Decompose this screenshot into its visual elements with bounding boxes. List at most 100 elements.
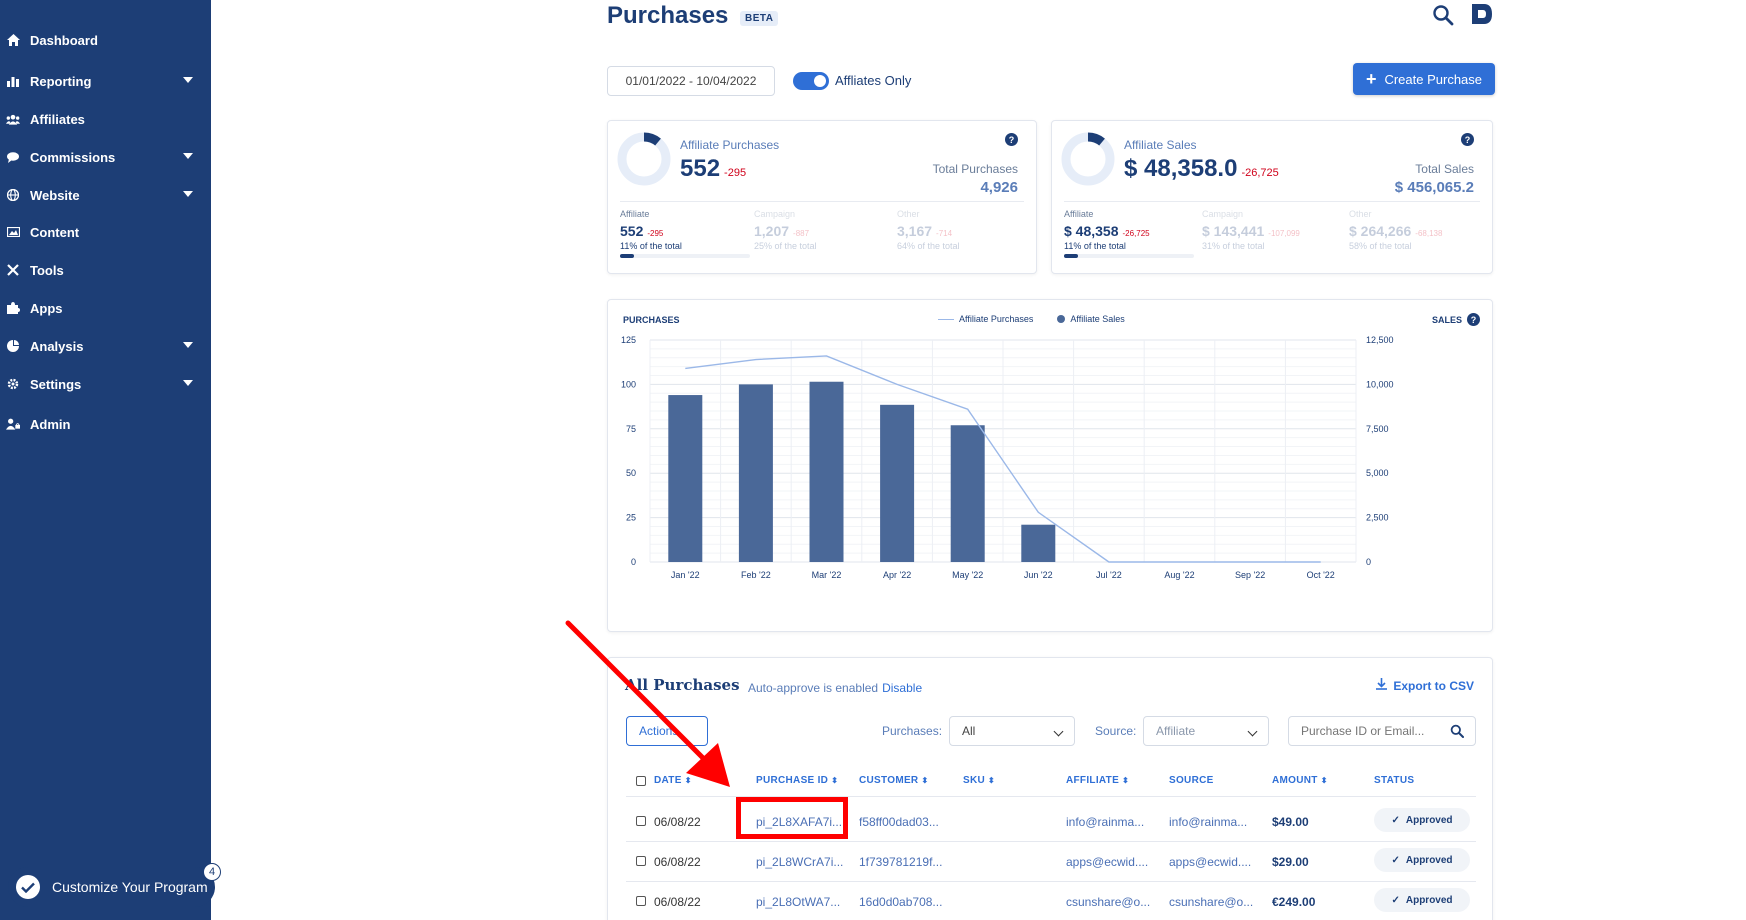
sub-percent: 11% of the total <box>620 241 682 251</box>
search-icon[interactable] <box>1450 724 1464 738</box>
cell-source-link[interactable]: info@rainma... <box>1169 815 1265 829</box>
source-filter-value: Affiliate <box>1156 724 1196 738</box>
caret-down-icon <box>183 191 193 197</box>
sidebar-item-settings[interactable]: Settings <box>0 369 211 399</box>
all-purchases-card: All Purchases Auto-approve is enabled Dis… <box>607 657 1493 920</box>
create-purchase-button[interactable]: + Create Purchase <box>1353 63 1495 95</box>
sub-stat-campaign: Campaign 1,207 -887 25% of the total <box>754 209 884 251</box>
sub-delta: -295 <box>647 229 664 238</box>
sidebar-item-tools[interactable]: Tools <box>0 255 211 285</box>
tools-icon <box>6 263 20 277</box>
column-label: DATE <box>654 775 682 786</box>
source-filter-select[interactable]: Affiliate <box>1143 716 1269 746</box>
stat-delta: -295 <box>724 167 747 179</box>
column-label: AMOUNT <box>1272 775 1318 786</box>
sub-percent: 25% of the total <box>754 241 817 251</box>
right-axis-tick: 10,000 <box>1366 379 1394 389</box>
sub-value: $ 143,441 -107,099 <box>1202 223 1332 239</box>
customize-program-button[interactable]: Customize Your Program 4 <box>8 863 221 907</box>
cell-customer-link[interactable]: 1f739781219f... <box>859 855 955 869</box>
sub-label: Affiliate <box>1064 209 1094 219</box>
sidebar-item-content[interactable]: Content <box>0 217 211 247</box>
sidebar-item-admin[interactable]: Admin <box>0 409 211 439</box>
status-label: Approved <box>1405 854 1453 866</box>
column-header-affiliate[interactable]: AFFILIATE ⬍ <box>1066 775 1129 786</box>
select-all-checkbox[interactable] <box>636 776 646 786</box>
sub-value: $ 48,358 -26,725 <box>1064 223 1194 239</box>
sales-bar <box>809 381 844 562</box>
legend-item-sales[interactable]: Affiliate Sales <box>1057 314 1125 324</box>
stat-value: 552 -295 <box>680 155 746 183</box>
column-header-purchase-id[interactable]: PURCHASE ID ⬍ <box>756 775 838 786</box>
cell-source-link[interactable]: csunshare@o... <box>1169 895 1265 909</box>
cell-customer-link[interactable]: f58ff00dad03... <box>859 815 955 829</box>
legend-item-purchases[interactable]: Affiliate Purchases <box>938 314 1033 324</box>
row-checkbox[interactable] <box>636 896 646 906</box>
purchases-donut <box>617 132 671 186</box>
caret-down-icon <box>183 153 193 159</box>
export-csv-button[interactable]: Export to CSV <box>1376 678 1474 693</box>
export-label: Export to CSV <box>1393 678 1474 693</box>
affiliate-purchases-card: Affiliate Purchases 552 -295 ? Total Purc… <box>607 120 1037 274</box>
sidebar-item-website[interactable]: Website <box>0 180 211 210</box>
sub-label: Other <box>897 209 920 219</box>
divider <box>1064 201 1480 202</box>
x-axis-tick: May '22 <box>952 570 983 580</box>
cell-purchase-id-link[interactable]: pi_2L8OtWA7... <box>756 895 852 909</box>
sidebar-item-apps[interactable]: Apps <box>0 293 211 323</box>
column-header-date[interactable]: DATE ⬍ <box>654 775 692 786</box>
sub-value: 3,167 -714 <box>897 223 1027 239</box>
row-checkbox[interactable] <box>636 816 646 826</box>
column-header-customer[interactable]: CUSTOMER ⬍ <box>859 775 928 786</box>
search-icon[interactable] <box>1432 4 1454 26</box>
sort-icon: ⬍ <box>831 776 839 785</box>
sidebar-item-reporting[interactable]: Reporting <box>0 66 211 96</box>
cell-purchase-id-link[interactable]: pi_2L8WCrA7i... <box>756 855 852 869</box>
column-label: PURCHASE ID <box>756 775 829 786</box>
disable-link[interactable]: Disable <box>882 681 922 695</box>
x-axis-tick: Aug '22 <box>1164 570 1194 580</box>
progress-bar <box>620 254 750 258</box>
purchases-chart-card: 0 25 50 75 100 125 0 2,500 5,000 7,500 10,000 12,50… <box>607 299 1493 632</box>
sub-number: $ 143,441 <box>1202 223 1265 239</box>
stat-number: 552 <box>680 155 721 182</box>
sales-bar <box>668 395 703 562</box>
sub-number: 3,167 <box>897 223 933 239</box>
sidebar-item-label: Analysis <box>30 338 84 354</box>
brand-logo-icon[interactable] <box>1470 3 1494 25</box>
cell-affiliate-link[interactable]: csunshare@o... <box>1066 895 1162 909</box>
affiliates-only-toggle[interactable] <box>793 72 829 90</box>
column-header-amount[interactable]: AMOUNT ⬍ <box>1272 775 1328 786</box>
cell-source-link[interactable]: apps@ecwid.... <box>1169 855 1265 869</box>
sidebar-item-affiliates[interactable]: Affiliates <box>0 104 211 134</box>
purchases-filter-select[interactable]: All <box>949 716 1075 746</box>
left-axis-tick: 25 <box>626 513 636 523</box>
help-icon[interactable]: ? <box>1461 133 1474 146</box>
sidebar-item-dashboard[interactable]: Dashboard <box>0 25 211 55</box>
status-badge[interactable]: ✓ Approved <box>1374 888 1470 912</box>
cell-affiliate-link[interactable]: info@rainma... <box>1066 815 1162 829</box>
date-range-picker[interactable]: 01/01/2022 - 10/04/2022 <box>607 66 775 96</box>
cell-affiliate-link[interactable]: apps@ecwid.... <box>1066 855 1162 869</box>
column-header-sku[interactable]: SKU ⬍ <box>963 775 995 786</box>
cell-customer-link[interactable]: 16d0d0ab708... <box>859 895 955 909</box>
comments-icon <box>6 150 20 164</box>
legend-dot-swatch <box>1057 315 1066 323</box>
progress-bar <box>1064 254 1194 258</box>
help-icon[interactable]: ? <box>1467 313 1480 326</box>
sidebar-item-label: Apps <box>30 300 63 316</box>
row-checkbox[interactable] <box>636 856 646 866</box>
sidebar-item-commissions[interactable]: Commissions <box>0 142 211 172</box>
gear-icon <box>6 377 20 391</box>
sub-delta: -68,138 <box>1415 229 1443 238</box>
sub-delta: -714 <box>936 229 953 238</box>
chevron-down-icon <box>1053 726 1064 737</box>
help-icon[interactable]: ? <box>1005 133 1018 146</box>
sidebar-item-analysis[interactable]: Analysis <box>0 331 211 361</box>
status-badge[interactable]: ✓ Approved <box>1374 848 1470 872</box>
purchase-search-input[interactable] <box>1288 716 1476 746</box>
status-badge[interactable]: ✓ Approved <box>1374 808 1470 832</box>
actions-dropdown[interactable]: Actions <box>626 716 708 746</box>
legend-line-swatch <box>938 318 954 320</box>
sales-donut <box>1061 132 1115 186</box>
